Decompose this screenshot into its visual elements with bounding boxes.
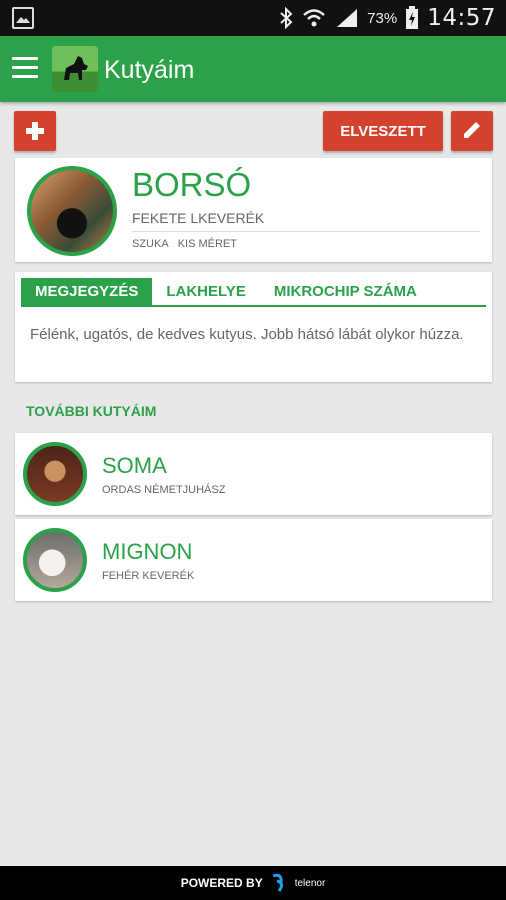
list-item[interactable]: SOMA ORDAS NÉMETJUHÁSZ bbox=[15, 433, 492, 515]
app-bar: Kutyáim bbox=[0, 36, 506, 102]
battery-charging-icon bbox=[406, 6, 419, 29]
signal-icon bbox=[337, 9, 358, 27]
dog-meta: SZUKA KIS MÉRET bbox=[132, 238, 237, 250]
dog-size: KIS MÉRET bbox=[177, 238, 237, 250]
edit-button[interactable] bbox=[451, 111, 493, 151]
divider bbox=[132, 231, 480, 232]
brand-name: telenor bbox=[294, 877, 326, 889]
tab-microchip[interactable]: MIKROCHIP SZÁMA bbox=[260, 278, 431, 305]
dog-name: MIGNON bbox=[102, 539, 193, 564]
battery-percent: 73% bbox=[367, 9, 398, 27]
menu-icon[interactable] bbox=[12, 57, 38, 79]
dog-breed: FEHÉR KEVERÉK bbox=[102, 570, 195, 582]
plus-icon bbox=[26, 122, 44, 140]
dog-name: BORSÓ bbox=[132, 166, 252, 203]
dog-sex: SZUKA bbox=[132, 238, 169, 250]
dog-avatar bbox=[23, 528, 87, 592]
wifi-icon bbox=[303, 9, 326, 27]
dog-avatar bbox=[27, 166, 117, 256]
list-item[interactable]: MIGNON FEHÉR KEVERÉK bbox=[15, 519, 492, 601]
telenor-logo-icon bbox=[272, 873, 283, 892]
page-title: Kutyáim bbox=[104, 56, 195, 84]
clock: 14:57 bbox=[427, 5, 496, 31]
bluetooth-icon bbox=[280, 7, 293, 29]
pencil-icon bbox=[464, 122, 480, 138]
footer: POWERED BY telenor bbox=[0, 866, 506, 900]
gallery-notification-icon bbox=[12, 7, 34, 29]
details-card: MEGJEGYZÉS LAKHELYE MIKROCHIP SZÁMA Félé… bbox=[15, 272, 492, 382]
tab-bar: MEGJEGYZÉS LAKHELYE MIKROCHIP SZÁMA bbox=[21, 278, 486, 307]
powered-by-label: POWERED BY bbox=[180, 876, 263, 890]
main-dog-card[interactable]: BORSÓ FEKETE LKEVERÉK SZUKA KIS MÉRET bbox=[15, 158, 492, 262]
status-bar: 73% 14:57 bbox=[0, 0, 506, 36]
lost-button[interactable]: ELVESZETT bbox=[323, 111, 443, 151]
add-dog-button[interactable] bbox=[14, 111, 56, 151]
dog-breed: ORDAS NÉMETJUHÁSZ bbox=[102, 484, 226, 496]
tab-residence[interactable]: LAKHELYE bbox=[152, 278, 259, 305]
dog-avatar bbox=[23, 442, 87, 506]
app-logo bbox=[52, 46, 98, 92]
dog-breed: FEKETE LKEVERÉK bbox=[132, 210, 265, 226]
dog-name: SOMA bbox=[102, 453, 167, 478]
section-title: TOVÁBBI KUTYÁIM bbox=[26, 403, 157, 419]
tab-notes[interactable]: MEGJEGYZÉS bbox=[21, 278, 153, 305]
note-text: Félénk, ugatós, de kedves kutyus. Jobb h… bbox=[30, 326, 464, 343]
